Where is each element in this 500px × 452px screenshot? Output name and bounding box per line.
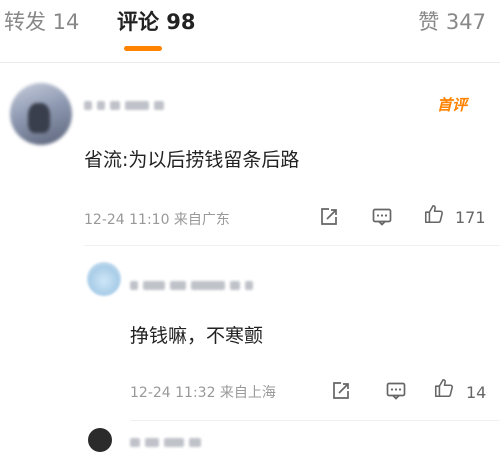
comment-like-count: 171 xyxy=(455,208,486,227)
comment-icon[interactable] xyxy=(371,206,393,228)
tab-reposts[interactable]: 转发 14 xyxy=(4,6,79,36)
replier-name-blurred[interactable] xyxy=(130,275,258,290)
first-comment-badge: 首评 xyxy=(437,96,468,114)
commenter-avatar[interactable] xyxy=(10,83,72,145)
tab-likes[interactable]: 赞 347 xyxy=(418,6,486,36)
next-commenter-name-blurred[interactable] xyxy=(130,432,206,447)
share-icon[interactable] xyxy=(318,206,340,228)
divider xyxy=(130,420,500,421)
comment-text: 省流:为以后捞钱留条后路 xyxy=(84,149,300,171)
comment-icon[interactable] xyxy=(385,380,407,402)
reply-text: 挣钱嘛，不寒颤 xyxy=(130,325,264,347)
active-tab-indicator xyxy=(124,46,162,51)
comment-meta: 12-24 11:10 来自广东 xyxy=(84,212,230,228)
share-icon[interactable] xyxy=(330,380,352,402)
commenter-name-blurred[interactable] xyxy=(84,95,169,110)
tab-comments[interactable]: 评论 98 xyxy=(117,6,196,36)
tabs-divider xyxy=(0,62,500,63)
next-commenter-avatar[interactable] xyxy=(88,428,112,452)
comment-tabs: 转发 14 评论 98 赞 347 xyxy=(0,0,500,60)
reply-meta: 12-24 11:32 来自上海 xyxy=(130,385,276,401)
divider xyxy=(84,245,500,246)
replier-avatar[interactable] xyxy=(87,262,121,296)
like-icon[interactable] xyxy=(433,377,457,401)
reply-like-count: 14 xyxy=(466,383,487,402)
like-icon[interactable] xyxy=(423,203,447,227)
